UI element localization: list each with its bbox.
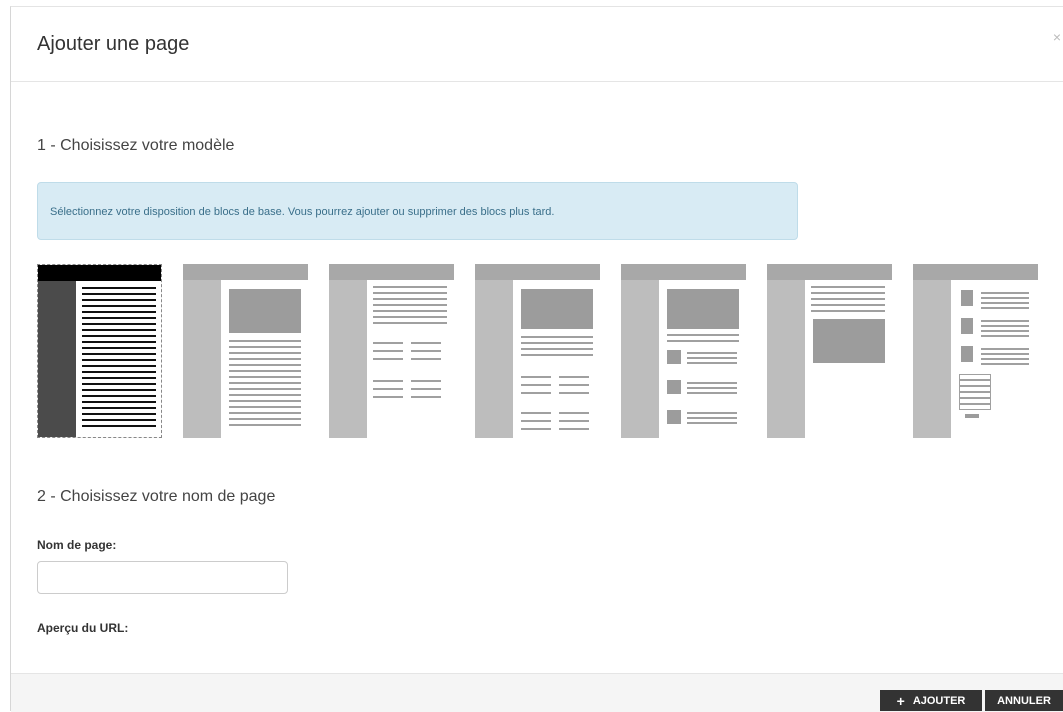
- add-page-modal: Ajouter une page × 1 - Choisissez votre …: [10, 6, 1063, 712]
- step2-heading: 2 - Choisissez votre nom de page: [37, 488, 276, 505]
- template-gallery: [37, 264, 1063, 438]
- template-option-6[interactable]: [767, 264, 892, 438]
- template-option-3[interactable]: [329, 264, 454, 438]
- add-button-label: AJOUTER: [912, 694, 966, 707]
- add-button[interactable]: + AJOUTER: [880, 690, 982, 711]
- template-option-7[interactable]: [913, 264, 1038, 438]
- cancel-button-label: ANNULER: [997, 694, 1051, 707]
- template-option-1[interactable]: [37, 264, 162, 438]
- plus-icon: +: [896, 692, 905, 709]
- info-alert: Sélectionnez votre disposition de blocs …: [37, 182, 798, 240]
- info-alert-text: Sélectionnez votre disposition de blocs …: [50, 206, 555, 218]
- template-option-2[interactable]: [183, 264, 308, 438]
- template-option-5[interactable]: [621, 264, 746, 438]
- modal-header: Ajouter une page ×: [11, 7, 1063, 82]
- close-icon[interactable]: ×: [1053, 29, 1061, 45]
- cancel-button[interactable]: ANNULER: [985, 690, 1063, 711]
- page-name-input[interactable]: [37, 561, 288, 594]
- modal-title: Ajouter une page: [37, 33, 190, 55]
- url-preview-label: Aperçu du URL:: [37, 621, 129, 635]
- template-option-4[interactable]: [475, 264, 600, 438]
- page-name-label: Nom de page:: [37, 538, 117, 552]
- step1-heading: 1 - Choisissez votre modèle: [37, 137, 235, 154]
